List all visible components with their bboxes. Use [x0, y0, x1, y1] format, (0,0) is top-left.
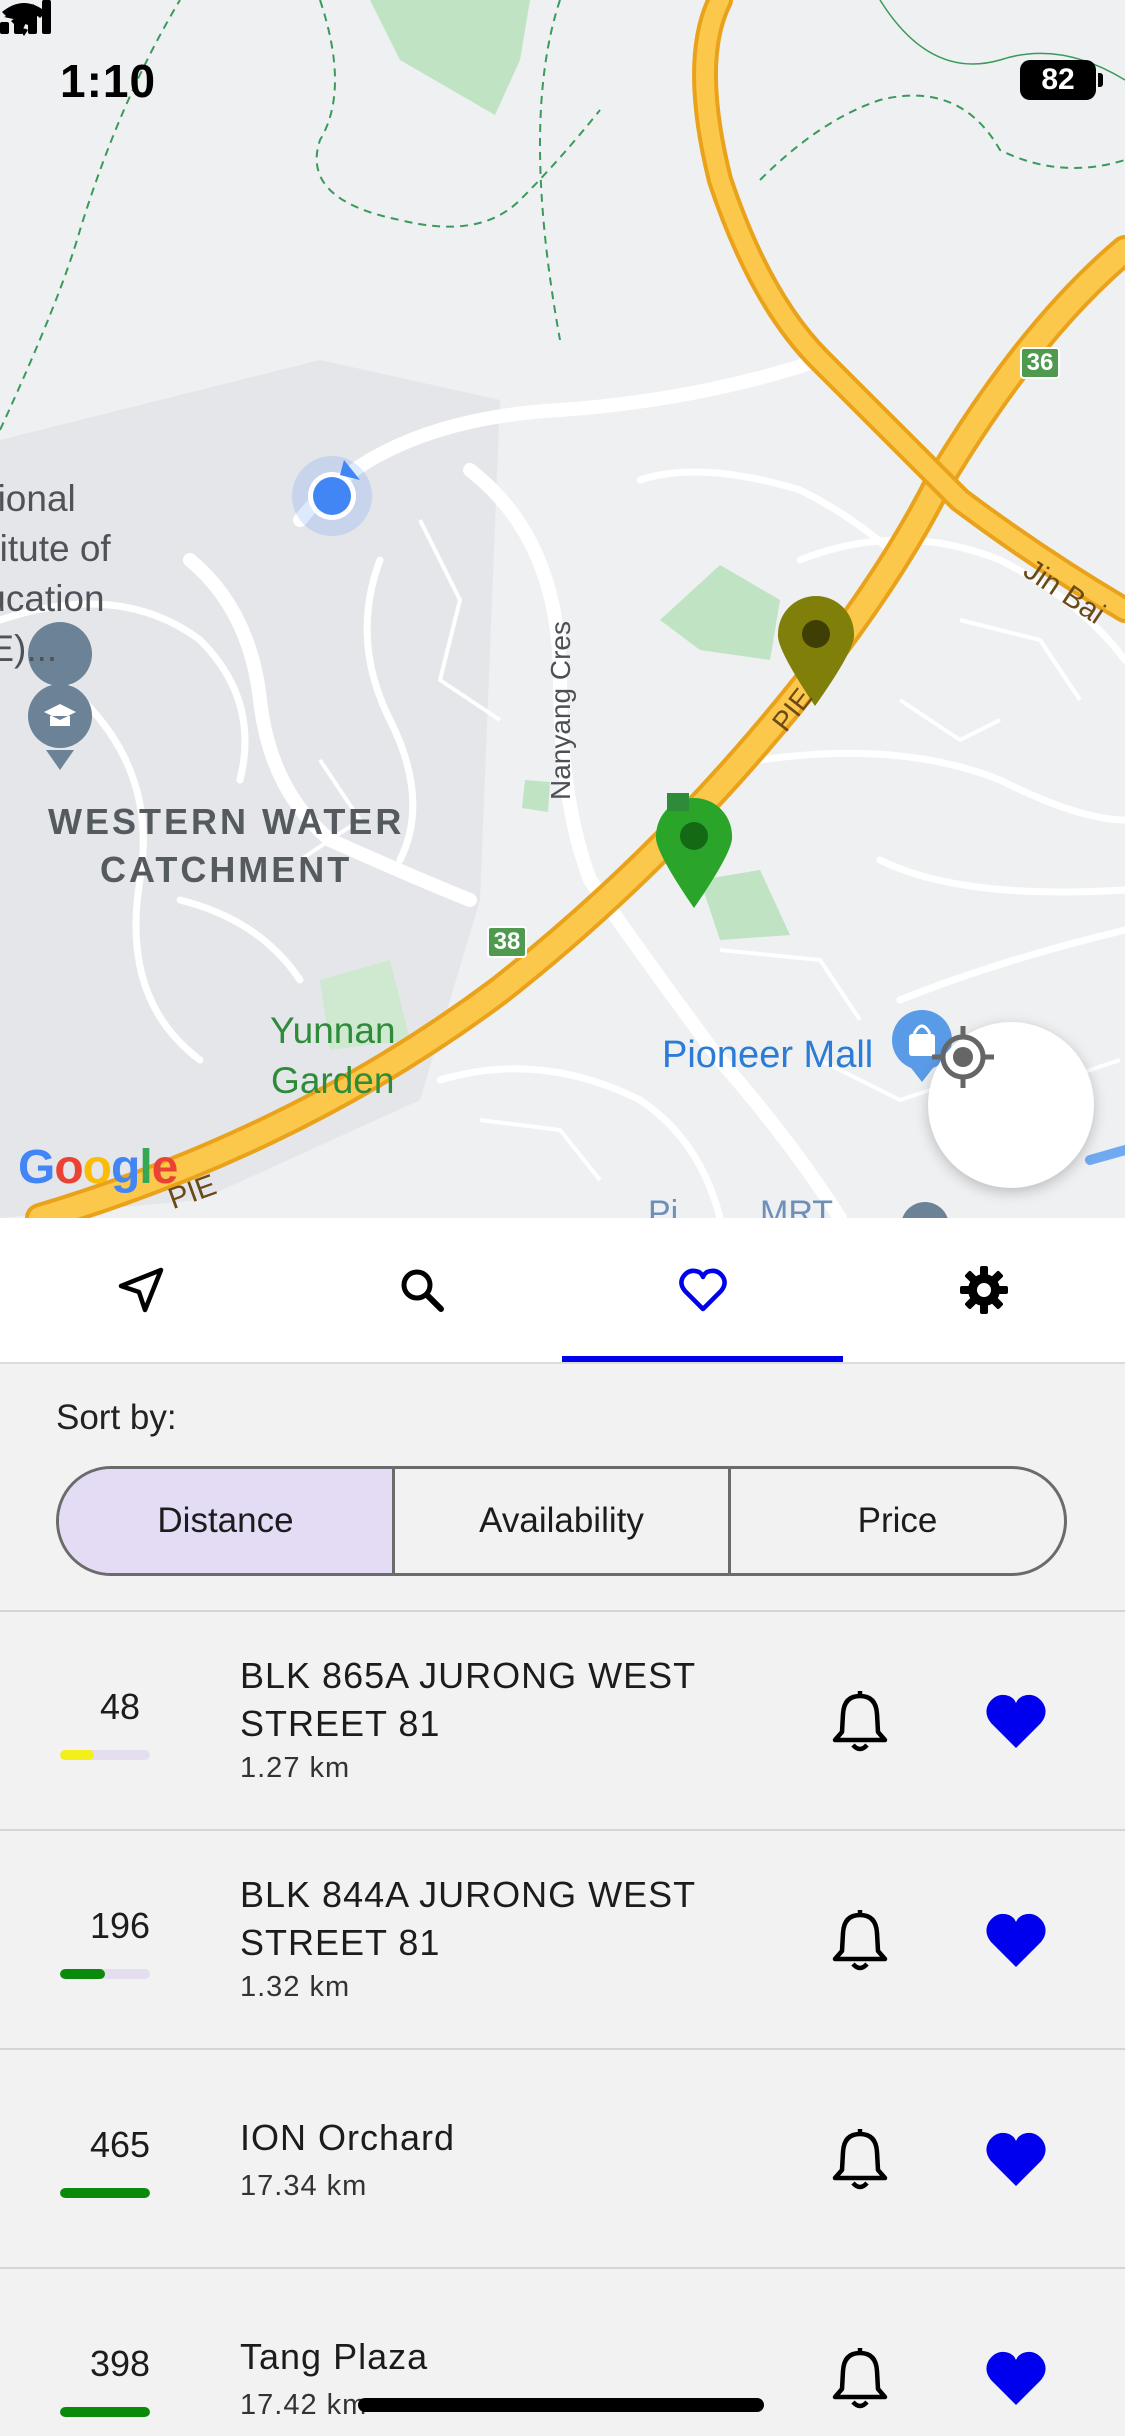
availability-bar-fill — [60, 1750, 95, 1760]
availability-bar-fill — [60, 2188, 150, 2198]
carpark-name: ION Orchard — [240, 2117, 456, 2158]
notify-button[interactable] — [825, 2125, 895, 2195]
bell-icon — [832, 1691, 888, 1752]
tab-bar — [0, 1218, 1125, 1364]
tab-search[interactable] — [281, 1218, 562, 1362]
availability-bar-fill — [60, 1969, 105, 1979]
available-lots-count: 465 — [89, 2124, 151, 2165]
bell-icon — [832, 2129, 888, 2190]
carpark-distance: 17.42 km — [240, 2389, 368, 2421]
my-location-button[interactable] — [928, 1022, 1094, 1188]
bell-icon — [832, 2348, 888, 2409]
availability-bar-fill — [60, 2407, 150, 2417]
navigation-arrow-icon — [118, 1267, 163, 1313]
gear-icon — [960, 1266, 1009, 1314]
map-label-pioneer-mall: Pioneer Mall — [662, 1034, 874, 1076]
svg-text:Pi: Pi — [648, 1194, 678, 1218]
user-location-dot — [313, 477, 351, 515]
carpark-name: BLK 865A JURONG WEST STREET 81 — [240, 1655, 696, 1744]
map-label-western-water-catchment: WESTERN WATER CATCHMENT — [48, 801, 405, 890]
sort-label: Sort by: — [56, 1398, 177, 1437]
map-label-yunnan-garden: Yunnan Garden — [270, 1010, 396, 1101]
sort-segmented-control: Distance Availability Price — [56, 1466, 1067, 1576]
expressway-exit-shield: 38 — [487, 926, 527, 958]
availability-bar — [60, 2407, 150, 2417]
available-lots-count: 196 — [89, 1905, 151, 1946]
active-tab-indicator — [562, 1356, 843, 1362]
notify-button[interactable] — [825, 2344, 895, 2414]
heart-filled-icon — [986, 2351, 1046, 2405]
favorite-button[interactable] — [980, 1904, 1052, 1976]
carpark-name: BLK 844A JURONG WEST STREET 81 — [240, 1874, 696, 1963]
carpark-distance: 17.34 km — [240, 2170, 368, 2202]
expressway-exit-shield: 36 — [1020, 347, 1060, 379]
search-icon — [401, 1269, 444, 1312]
wifi-icon — [2, 3, 46, 36]
battery-indicator: 82 — [1020, 60, 1103, 100]
svg-text:MRT: MRT — [760, 1194, 833, 1218]
sort-option-price[interactable]: Price — [728, 1469, 1064, 1573]
map-label-nanyang-cres: Nanyang Cres — [545, 621, 576, 800]
carpark-list: 48 BLK 865A JURONG WEST STREET 81 1.27 k… — [0, 1610, 1125, 2436]
availability-bar — [60, 1750, 150, 1760]
carpark-row[interactable]: 48 BLK 865A JURONG WEST STREET 81 1.27 k… — [0, 1610, 1125, 1829]
carpark-distance: 1.27 km — [240, 1752, 351, 1784]
favorite-button[interactable] — [980, 2123, 1052, 2195]
available-lots-count: 48 — [99, 1686, 141, 1727]
available-lots-count: 398 — [89, 2343, 151, 2384]
heart-outline-icon — [679, 1268, 727, 1312]
sort-option-availability[interactable]: Availability — [392, 1469, 728, 1573]
carpark-name: Tang Plaza — [240, 2336, 429, 2377]
map-label-nie: National Institute of Education (NIE)... — [0, 478, 111, 669]
status-bar: 1:10 82 — [0, 0, 1125, 150]
carpark-row[interactable]: 196 BLK 844A JURONG WEST STREET 81 1.32 … — [0, 1829, 1125, 2048]
notify-button[interactable] — [825, 1687, 895, 1757]
favorite-button[interactable] — [980, 1685, 1052, 1757]
tab-navigate[interactable] — [0, 1218, 281, 1362]
heart-filled-icon — [986, 1694, 1046, 1748]
availability-bar — [60, 1969, 150, 1979]
notify-button[interactable] — [825, 1906, 895, 1976]
carpark-row[interactable]: 465 ION Orchard 17.34 km — [0, 2048, 1125, 2267]
tab-settings[interactable] — [844, 1218, 1125, 1362]
tab-favorites[interactable] — [563, 1218, 844, 1362]
crosshair-icon — [932, 1026, 994, 1088]
favorite-button[interactable] — [980, 2342, 1052, 2414]
google-logo: Google — [18, 1141, 178, 1194]
carpark-distance: 1.32 km — [240, 1971, 351, 2003]
heart-filled-icon — [986, 1913, 1046, 1967]
availability-bar — [60, 2188, 150, 2198]
sort-option-distance[interactable]: Distance — [59, 1469, 392, 1573]
bell-icon — [832, 1910, 888, 1971]
map-view[interactable]: Pi MRT National Institute of Education (… — [0, 0, 1125, 1218]
home-indicator — [358, 2398, 764, 2412]
status-time: 1:10 — [60, 55, 157, 107]
heart-filled-icon — [986, 2132, 1046, 2186]
